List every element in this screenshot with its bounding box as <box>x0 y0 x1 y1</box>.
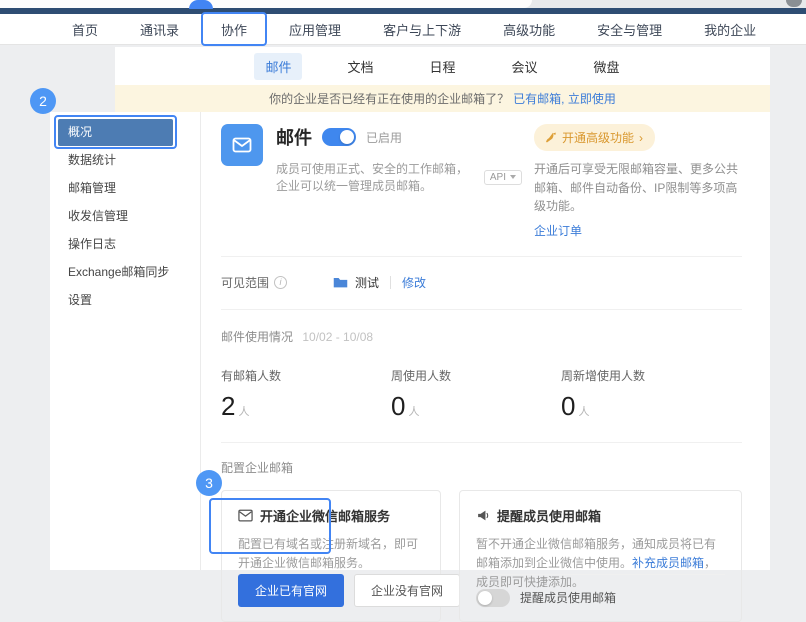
nav-item-collaboration-label: 协作 <box>221 23 247 38</box>
stat-unit: 人 <box>238 406 249 418</box>
has-website-button[interactable]: 企业已有官网 <box>238 574 344 607</box>
remind-members-card: 提醒成员使用邮箱 暂不开通企业微信邮箱服务，通知成员将已有邮箱添加到企业微信中使… <box>459 490 742 622</box>
envelope-outline-icon <box>238 509 253 522</box>
toggle-knob <box>340 130 354 144</box>
stat-mailbox-users: 有邮箱人数 2人 <box>221 367 391 422</box>
card-divider <box>476 574 725 575</box>
nav-item-my-company[interactable]: 我的企业 <box>704 20 756 39</box>
open-mailbox-service-card: 开通企业微信邮箱服务 配置已有域名或注册新域名，即可开通企业微信邮箱服务。 企业… <box>221 490 441 622</box>
existing-mailbox-banner: 你的企业是否已经有正在使用的企业邮箱了？ 已有邮箱, 立即使用 <box>115 85 770 112</box>
sidebar-item-statistics[interactable]: 数据统计 <box>50 146 200 174</box>
usage-section: 邮件使用情况 10/02 - 10/08 有邮箱人数 2人 周使用人数 0人 周… <box>221 310 742 442</box>
mail-enabled-toggle[interactable] <box>322 128 356 146</box>
company-orders-link[interactable]: 企业订单 <box>534 222 582 239</box>
api-label: API <box>490 172 506 183</box>
stat-weekly-users: 周使用人数 0人 <box>391 367 561 422</box>
visible-range-row: 可见范围 i 测试 修改 <box>221 257 742 309</box>
remind-members-toggle[interactable] <box>476 589 510 607</box>
nav-item-contacts[interactable]: 通讯录 <box>140 20 179 39</box>
card-title: 提醒成员使用邮箱 <box>497 506 601 525</box>
info-icon[interactable]: i <box>274 276 287 289</box>
tab-mail[interactable]: 邮件 <box>254 53 302 80</box>
sidebar-item-operation-log[interactable]: 操作日志 <box>50 230 200 258</box>
config-section: 配置企业邮箱 开通企业微信邮箱服务 配置已有域名或注册新域名，即可开通企业微信邮… <box>221 443 742 622</box>
edit-visible-range-link[interactable]: 修改 <box>402 274 426 291</box>
rocket-icon <box>544 131 557 144</box>
sidebar-item-mailbox-management[interactable]: 邮箱管理 <box>50 174 200 202</box>
tab-docs[interactable]: 文档 <box>336 53 384 80</box>
card-description: 配置已有域名或注册新域名，即可开通企业微信邮箱服务。 <box>238 535 424 573</box>
mail-enabled-label: 已启用 <box>366 129 402 146</box>
card-title: 开通企业微信邮箱服务 <box>260 506 390 525</box>
config-section-title: 配置企业邮箱 <box>221 459 742 476</box>
stat-value: 0 <box>561 391 575 421</box>
value-divider <box>390 276 391 289</box>
chevron-right-icon: › <box>639 131 643 145</box>
step-2-badge: 2 <box>30 88 56 114</box>
banner-question: 你的企业是否已经有正在使用的企业邮箱了？ <box>269 90 509 107</box>
usage-title: 邮件使用情况 <box>221 330 293 344</box>
remind-toggle-label: 提醒成员使用邮箱 <box>520 589 616 606</box>
mail-header-section: 邮件 已启用 成员可使用正式、安全的工作邮箱，企业可以统一管理成员邮箱。 API… <box>221 112 742 256</box>
stat-label: 有邮箱人数 <box>221 367 391 384</box>
tab-drive[interactable]: 微盘 <box>583 53 631 80</box>
no-website-button[interactable]: 企业没有官网 <box>354 574 460 607</box>
sidebar: 概况 数据统计 邮箱管理 收发信管理 操作日志 Exchange邮箱同步 设置 <box>50 112 200 570</box>
tab-schedule[interactable]: 日程 <box>418 53 466 80</box>
supplement-member-mailbox-link[interactable]: 补充成员邮箱 <box>632 556 704 570</box>
sidebar-item-send-receive-management[interactable]: 收发信管理 <box>50 202 200 230</box>
mail-description: 成员可使用正式、安全的工作邮箱，企业可以统一管理成员邮箱。 <box>276 160 477 194</box>
stat-label: 周新增使用人数 <box>561 367 731 384</box>
tab-meeting[interactable]: 会议 <box>501 53 549 80</box>
api-dropdown-button[interactable]: API <box>484 170 522 185</box>
toggle-knob <box>478 591 492 605</box>
usage-period: 10/02 - 10/08 <box>302 330 373 344</box>
premium-button-label: 开通高级功能 <box>562 129 634 146</box>
nav-item-advanced-features[interactable]: 高级功能 <box>503 20 555 39</box>
page-title: 邮件 <box>276 124 312 150</box>
megaphone-icon <box>476 509 490 522</box>
nav-item-collaboration[interactable]: 协作 <box>221 20 247 39</box>
stat-weekly-new-users: 周新增使用人数 0人 <box>561 367 731 422</box>
premium-upgrade-button[interactable]: 开通高级功能 › <box>534 124 655 151</box>
stat-label: 周使用人数 <box>391 367 561 384</box>
sidebar-item-overview[interactable]: 概况 <box>58 119 173 146</box>
nav-item-app-management[interactable]: 应用管理 <box>289 20 341 39</box>
browser-profile-icon <box>786 0 802 7</box>
mail-app-icon <box>221 124 263 166</box>
visible-range-value: 测试 <box>355 274 379 291</box>
sidebar-item-settings[interactable]: 设置 <box>50 286 200 314</box>
browser-chrome-strip <box>0 0 806 8</box>
stat-unit: 人 <box>408 406 419 418</box>
banner-use-now-link[interactable]: 已有邮箱, 立即使用 <box>513 90 616 107</box>
nav-item-security-management[interactable]: 安全与管理 <box>597 20 662 39</box>
top-navigation: 首页 通讯录 协作 应用管理 客户与上下游 高级功能 安全与管理 我的企业 <box>0 14 806 45</box>
sidebar-item-exchange-sync[interactable]: Exchange邮箱同步 <box>50 258 200 286</box>
step-3-badge: 3 <box>196 470 222 496</box>
envelope-icon <box>230 133 254 157</box>
nav-item-home[interactable]: 首页 <box>72 20 98 39</box>
stat-unit: 人 <box>578 406 589 418</box>
nav-item-customers-downstream[interactable]: 客户与上下游 <box>383 20 461 39</box>
stat-value: 0 <box>391 391 405 421</box>
collaboration-tabs: 邮件 文档 日程 会议 微盘 <box>115 47 770 85</box>
browser-tab-edge <box>0 0 532 8</box>
stat-value: 2 <box>221 391 235 421</box>
premium-description: 开通后可享受无限邮箱容量、更多公共邮箱、邮件自动备份、IP限制等多项高级功能。 <box>534 160 742 216</box>
chevron-down-icon <box>510 175 516 179</box>
content-area: 邮件 已启用 成员可使用正式、安全的工作邮箱，企业可以统一管理成员邮箱。 API… <box>200 112 770 570</box>
visible-range-label: 可见范围 <box>221 274 269 291</box>
folder-icon <box>333 276 348 289</box>
